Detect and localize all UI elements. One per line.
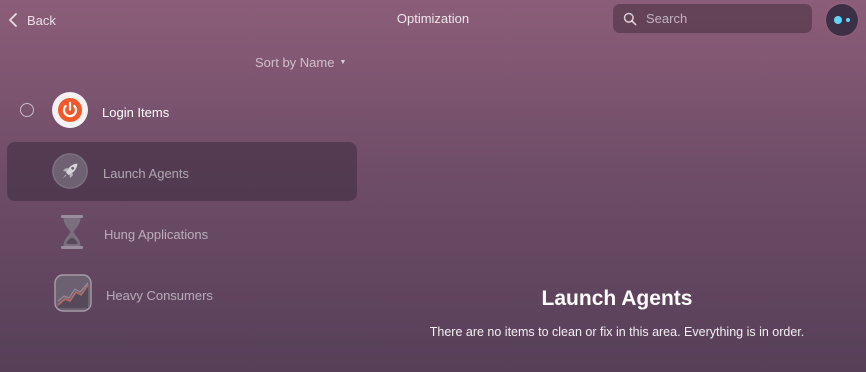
list-item-heavy-consumers[interactable]: Heavy Consumers [7, 264, 357, 323]
detail-message: There are no items to clean or fix in th… [429, 325, 805, 339]
chevron-left-icon [9, 13, 17, 27]
list-item-login-items[interactable]: Login Items [7, 81, 357, 140]
back-button[interactable]: Back [6, 10, 56, 30]
back-label: Back [27, 12, 56, 28]
activity-graph-icon [54, 274, 92, 312]
hourglass-icon [61, 215, 83, 249]
list-item-label: Hung Applications [104, 227, 209, 242]
assistant-button[interactable] [826, 4, 858, 36]
search-icon [623, 12, 637, 25]
search-box[interactable] [613, 4, 812, 33]
top-bar: Back Optimization [0, 0, 866, 40]
list-item-launch-agents[interactable]: Launch Agents [7, 142, 357, 201]
sort-dropdown[interactable]: Sort by Name ▼ [255, 55, 346, 70]
list-item-label: Launch Agents [103, 166, 190, 181]
list-item-hung-applications[interactable]: Hung Applications [7, 203, 357, 262]
detail-title: Launch Agents [541, 287, 693, 310]
select-checkbox[interactable] [20, 103, 34, 117]
caret-down-icon: ▼ [339, 59, 347, 66]
rocket-icon [52, 153, 88, 189]
list-item-label: Heavy Consumers [106, 288, 213, 303]
search-input[interactable] [646, 11, 796, 26]
assistant-dot-icon [834, 16, 842, 24]
list-item-label: Login Items [102, 105, 170, 120]
power-icon [52, 92, 88, 128]
sort-label: Sort by Name [255, 55, 335, 70]
assistant-small-dot-icon [846, 18, 850, 22]
